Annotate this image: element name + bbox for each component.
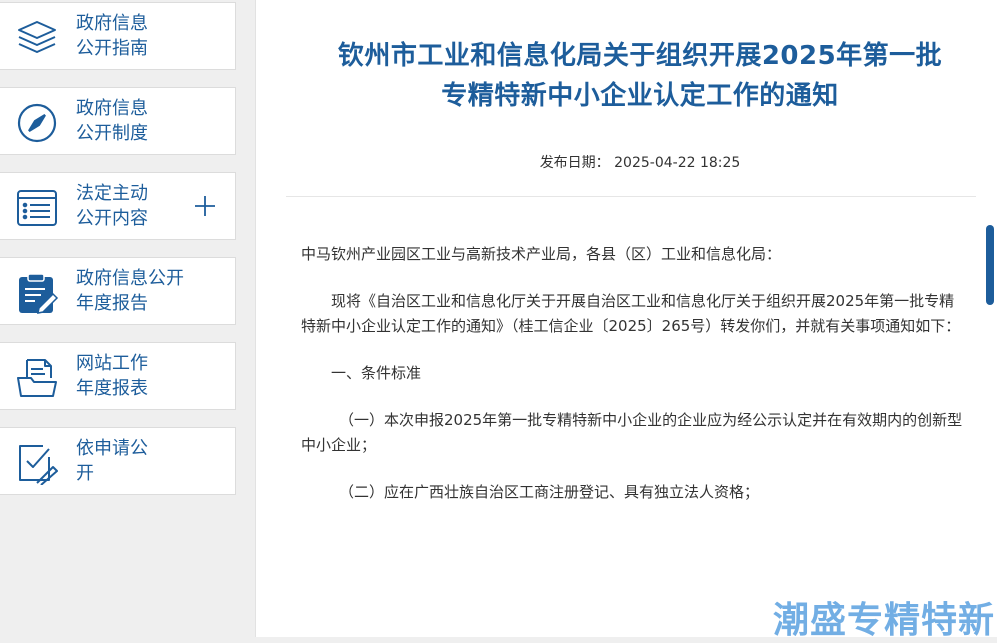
article-title: 钦州市工业和信息化局关于组织开展2025年第一批 专精特新中小企业认定工作的通知 [337,41,943,111]
publish-date-label: 发布日期： [539,155,610,171]
nav-label: 依申请公 开 [76,438,148,484]
nav-label: 法定主动 公开内容 [76,183,148,229]
publish-date-value: 2025-04-22 18:25 [614,155,741,171]
folder-document-icon [15,356,59,400]
article-panel: 钦州市工业和信息化局关于组织开展2025年第一批 专精特新中小企业认定工作的通知… [255,0,997,637]
nav-label: 网站工作 年度报表 [76,353,148,399]
nav-item-system[interactable]: 政府信息 公开制度 [0,87,236,155]
article-paragraph: （二）应在广西壮族自治区工商注册登记、具有独立法人资格； [339,483,760,501]
compass-icon [15,101,59,145]
list-document-icon [15,186,59,230]
nav-item-guide[interactable]: 政府信息 公开指南 [0,2,236,70]
plus-icon[interactable] [194,195,216,217]
nav-item-application[interactable]: 依申请公 开 [0,427,236,495]
clipboard-edit-icon [15,271,59,315]
article-paragraph: 一、条件标准 [331,364,422,382]
nav-label: 政府信息 公开指南 [76,13,148,59]
article-paragraph: 中马钦州产业园区工业与高新技术产业局，各县（区）工业和信息化局： [301,245,782,263]
sidebar-nav: 政府信息 公开指南 政府信息 公开制度 法定主动 公开内容 政府信息公开 年度报… [0,0,237,637]
watermark-text: 潮盛专精特新 [772,600,995,641]
apply-edit-icon [15,441,59,485]
article-body: 中马钦州产业园区工业与高新技术产业局，各县（区）工业和信息化局： 现将《自治区工… [301,242,966,527]
divider [286,196,976,197]
nav-item-website-report[interactable]: 网站工作 年度报表 [0,342,236,410]
nav-item-annual-report[interactable]: 政府信息公开 年度报告 [0,257,236,325]
nav-label: 政府信息 公开制度 [76,98,148,144]
article-paragraph: （一）本次申报2025年第一批专精特新中小企业的企业应为经公示认定并在有效期内的… [301,411,963,454]
layers-icon [15,16,59,60]
scrollbar-thumb[interactable] [986,225,994,305]
publish-date: 发布日期： 2025-04-22 18:25 [280,152,997,172]
article-paragraph: 现将《自治区工业和信息化厅关于开展自治区工业和信息化厅关于组织开展2025年第一… [301,292,961,335]
nav-label: 政府信息公开 年度报告 [76,268,184,314]
nav-item-statutory-content[interactable]: 法定主动 公开内容 [0,172,236,240]
